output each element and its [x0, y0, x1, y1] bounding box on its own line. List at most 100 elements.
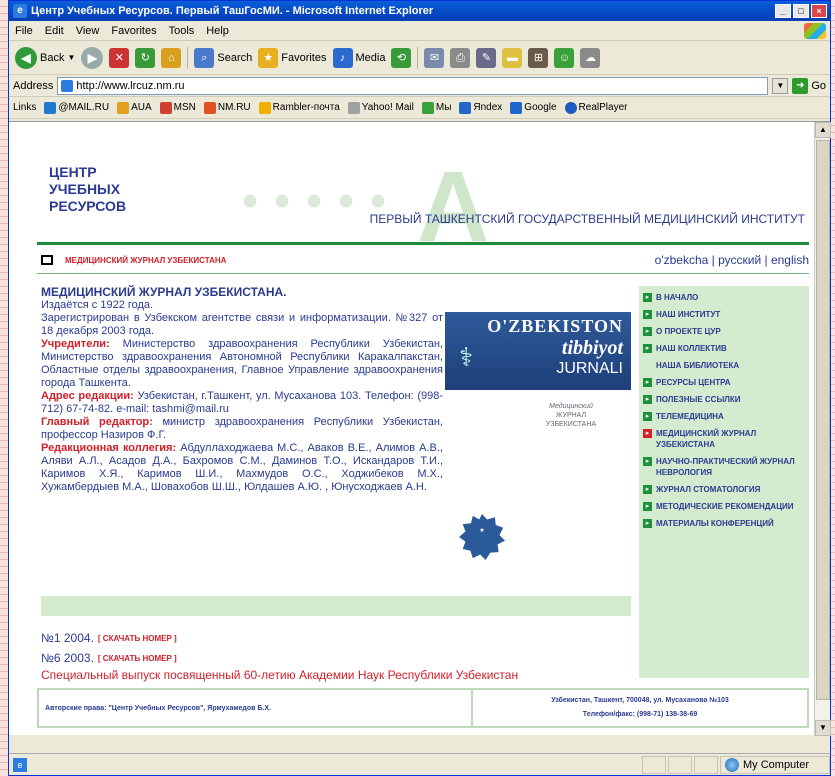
sidebar-item-about[interactable]: ▸ О ПРОЕКТЕ ЦУР: [643, 326, 805, 337]
search-button[interactable]: ⌕ Search: [194, 47, 252, 68]
sidebar-item-guidelines[interactable]: ▸ МЕТОДИЧЕСКИЕ РЕКОМЕНДАЦИИ: [643, 501, 805, 512]
menu-help[interactable]: Help: [206, 25, 229, 37]
link-msn[interactable]: MSN: [159, 101, 196, 114]
bullet-icon: ▸: [643, 457, 652, 466]
title-bar[interactable]: e Центр Учебных Ресурсов. Первый ТашГосМ…: [9, 1, 830, 21]
sidebar-item-resources[interactable]: ▸ РЕСУРСЫ ЦЕНТРА: [643, 377, 805, 388]
address-dropdown-button[interactable]: ▼: [772, 77, 789, 94]
editor-label: Главный редактор:: [41, 416, 153, 428]
page-left-stripe: [0, 0, 8, 776]
site-header: ····· A ЦЕНТР УЧЕБНЫХ РЕСУРСОВ ПЕРВЫЙ ТА…: [37, 154, 809, 242]
scroll-up-button[interactable]: ▲: [815, 122, 831, 138]
scroll-down-button[interactable]: ▼: [815, 720, 831, 736]
back-arrow-icon: ◀: [15, 46, 37, 69]
sidebar-item-conferences[interactable]: ▸ МАТЕРИАЛЫ КОНФЕРЕНЦИЙ: [643, 518, 805, 529]
link-mailru[interactable]: @MAIL.RU: [44, 101, 109, 114]
bullet-icon: ▸: [643, 485, 652, 494]
close-button[interactable]: ×: [811, 4, 827, 18]
menu-bar: File Edit View Favorites Tools Help: [9, 21, 830, 41]
favorites-button[interactable]: ★ Favorites: [258, 47, 327, 68]
link-icon: [347, 101, 360, 114]
history-button[interactable]: ⟲: [391, 47, 412, 68]
print-button[interactable]: ⎙: [450, 47, 471, 68]
bullet-icon: ▸: [643, 519, 652, 528]
link-rambler[interactable]: Rambler-почта: [258, 101, 340, 114]
language-switcher[interactable]: o'zbekcha | русский | english: [655, 253, 809, 267]
link-yahoo[interactable]: Yahoo! Mail: [347, 101, 414, 114]
page-icon: [61, 79, 74, 92]
menu-file[interactable]: File: [15, 25, 33, 37]
footer-address: Узбекистан, Ташкент, 700048, ул. Мусахан…: [551, 697, 729, 704]
refresh-button[interactable]: ↻: [135, 47, 156, 68]
back-button[interactable]: ◀ Back ▼: [15, 46, 75, 69]
vertical-scrollbar[interactable]: ▲ ▼: [814, 122, 831, 736]
sidebar-item-links[interactable]: ▸ ПОЛЕЗНЫЕ ССЫЛКИ: [643, 394, 805, 405]
download-issue-link[interactable]: [ СКАЧАТЬ НОМЕР ]: [98, 654, 177, 663]
go-button[interactable]: ➜ Go: [792, 77, 826, 94]
realplayer-icon: [564, 101, 577, 114]
link-yandex[interactable]: Яndex: [459, 101, 502, 114]
address-paragraph: Адрес редакции: Узбекистан, г.Ташкент, у…: [41, 390, 443, 415]
link-aua[interactable]: AUA: [117, 101, 152, 114]
link-nmru[interactable]: NM.RU: [203, 101, 251, 114]
link-icon: [44, 101, 57, 114]
messenger-button[interactable]: ☺: [554, 47, 575, 68]
window-title: Центр Учебных Ресурсов. Первый ТашГосМИ.…: [31, 5, 434, 17]
sidebar-item-telemedicine[interactable]: ▸ ТЕЛЕМЕДИЦИНА: [643, 411, 805, 422]
sidebar-item-institute[interactable]: ▸ НАШ ИНСТИТУТ: [643, 309, 805, 320]
menu-tools[interactable]: Tools: [169, 25, 195, 37]
home-button[interactable]: ⌂: [161, 47, 182, 68]
article-title: МЕДИЦИНСКИЙ ЖУРНАЛ УЗБЕКИСТАНА.: [41, 285, 287, 299]
forward-button[interactable]: ▶: [81, 46, 104, 69]
page-viewport: ····· A ЦЕНТР УЧЕБНЫХ РЕСУРСОВ ПЕРВЫЙ ТА…: [9, 121, 831, 736]
edit-button[interactable]: ✎: [476, 47, 497, 68]
star-icon: ★: [258, 47, 279, 68]
stop-button[interactable]: ✕: [109, 47, 130, 68]
issue-item: №1 2004. [ СКАЧАТЬ НОМЕР ]: [41, 631, 177, 645]
subbar-divider: [37, 273, 809, 274]
status-cell: [642, 755, 666, 774]
maximize-button[interactable]: □: [793, 4, 809, 18]
mail-button[interactable]: ✉: [424, 47, 445, 68]
toolbar-separator: [187, 46, 189, 69]
sidebar-item-library[interactable]: ▸НАША БИБЛИОТЕКА: [643, 360, 805, 371]
address-value: http://www.lrcuz.nm.ru: [76, 79, 185, 92]
media-button[interactable]: ♪ Media: [332, 47, 385, 68]
scroll-thumb[interactable]: [816, 140, 830, 700]
research-button[interactable]: ⊞: [528, 47, 549, 68]
journal-logo: ⚕ O'ZBEKISTON tibbiyot JURNALI: [445, 312, 631, 390]
bullet-icon: ▸: [643, 293, 652, 302]
link-icon: [159, 101, 172, 114]
windows-logo-icon: [804, 23, 826, 39]
link-icon: [459, 101, 472, 114]
bullet-icon: ▸: [643, 378, 652, 387]
links-bar: Links @MAIL.RU AUA MSN NM.RU Rambler-поч…: [9, 97, 830, 119]
link-realplayer[interactable]: RealPlayer: [564, 101, 627, 114]
discuss-button[interactable]: ☁: [580, 47, 601, 68]
minimize-button[interactable]: _: [775, 4, 791, 18]
caduceus-icon: ⚕: [459, 342, 474, 372]
content-band: [41, 596, 631, 616]
menu-favorites[interactable]: Favorites: [111, 25, 156, 37]
address-input[interactable]: http://www.lrcuz.nm.ru: [57, 76, 769, 95]
status-cell: [668, 755, 692, 774]
toolbar-separator: [417, 46, 419, 69]
sidebar-item-medical-journal[interactable]: ▸ МЕДИЦИНСКИЙ ЖУРНАЛ УЗБЕКИСТАНА: [643, 428, 805, 450]
site-logo[interactable]: ЦЕНТР УЧЕБНЫХ РЕСУРСОВ: [49, 164, 126, 215]
sidebar-item-home[interactable]: ▸ В НАЧАЛО: [643, 292, 805, 303]
sidebar-item-dentistry[interactable]: ▸ ЖУРНАЛ СТОМАТОЛОГИЯ: [643, 484, 805, 495]
address-bar: Address http://www.lrcuz.nm.ru ▼ ➜ Go: [9, 75, 830, 97]
special-issue-link[interactable]: Специальный выпуск посвященный 60-летию …: [41, 668, 641, 682]
go-arrow-icon: ➜: [792, 77, 809, 94]
link-my[interactable]: Мы: [421, 101, 451, 114]
board-label: Редакционная коллегия:: [41, 442, 177, 454]
download-issue-link[interactable]: [ СКАЧАТЬ НОМЕР ]: [98, 634, 177, 643]
sidebar-item-neurology[interactable]: ▸ НАУЧНО-ПРАКТИЧЕСКИЙ ЖУРНАЛ НЕВРОЛОГИЯ: [643, 456, 805, 478]
link-google[interactable]: Google: [510, 101, 557, 114]
site-footer: Авторские права: "Центр Учебных Ресурсов…: [37, 688, 809, 728]
sidebar-item-team[interactable]: ▸ НАШ КОЛЛЕКТИВ: [643, 343, 805, 354]
menu-view[interactable]: View: [76, 25, 100, 37]
folder-button[interactable]: ▬: [502, 47, 523, 68]
ie-icon: e: [13, 4, 27, 18]
menu-edit[interactable]: Edit: [45, 25, 64, 37]
